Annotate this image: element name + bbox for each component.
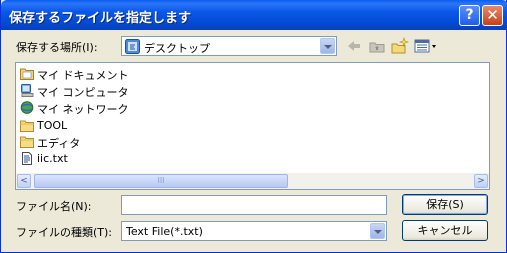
cancel-button[interactable]: キャンセル [402,220,488,241]
scroll-thumb[interactable]: III [34,174,288,188]
filetype-label: ファイルの種類(T): [16,226,113,239]
back-icon[interactable] [345,37,363,55]
location-combo[interactable]: デスクトップ [121,36,337,56]
file-name: iic.txt [37,152,68,165]
up-folder-icon[interactable] [368,37,386,55]
filename-input[interactable] [121,195,387,215]
save-button[interactable]: 保存(S) [402,194,488,215]
location-label: 保存する場所(I): [16,41,98,54]
file-list[interactable]: マイ ドキュメント マイ コンピュータ マイ ネットワーク TOOL エディタ … [15,62,490,190]
filetype-dropdown-arrow[interactable] [370,223,385,239]
scroll-right-button[interactable]: > [474,174,488,188]
scroll-left-button[interactable]: < [17,174,31,188]
view-menu-icon[interactable] [414,37,438,55]
file-name: マイ コンピュータ [37,86,129,99]
my-network-icon [20,101,34,114]
desktop-icon [125,39,140,54]
close-button[interactable]: ✕ [482,5,503,26]
folder-icon [20,120,34,132]
save-file-dialog: 保存するファイルを指定します ? ✕ 保存する場所(I): デスクトップ マイ … [0,0,507,253]
file-name: エディタ [37,137,81,150]
filetype-value: Text File(*.txt) [126,225,203,238]
location-dropdown-arrow[interactable] [320,38,335,54]
location-value: デスクトップ [144,42,210,55]
new-folder-icon[interactable] [391,37,409,55]
my-documents-icon [20,68,34,80]
help-button[interactable]: ? [459,5,480,26]
window-title: 保存するファイルを指定します [9,11,192,26]
file-name: TOOL [37,119,68,132]
file-name: マイ ドキュメント [37,69,129,82]
my-computer-icon [21,84,34,97]
horizontal-scrollbar[interactable]: < III > [16,173,489,189]
file-name: マイ ネットワーク [37,103,129,116]
filetype-combo[interactable]: Text File(*.txt) [121,221,387,241]
title-bar[interactable]: 保存するファイルを指定します ? ✕ [1,0,507,30]
text-file-icon [22,152,32,165]
folder-icon [20,136,34,148]
filename-label: ファイル名(N): [16,200,92,213]
